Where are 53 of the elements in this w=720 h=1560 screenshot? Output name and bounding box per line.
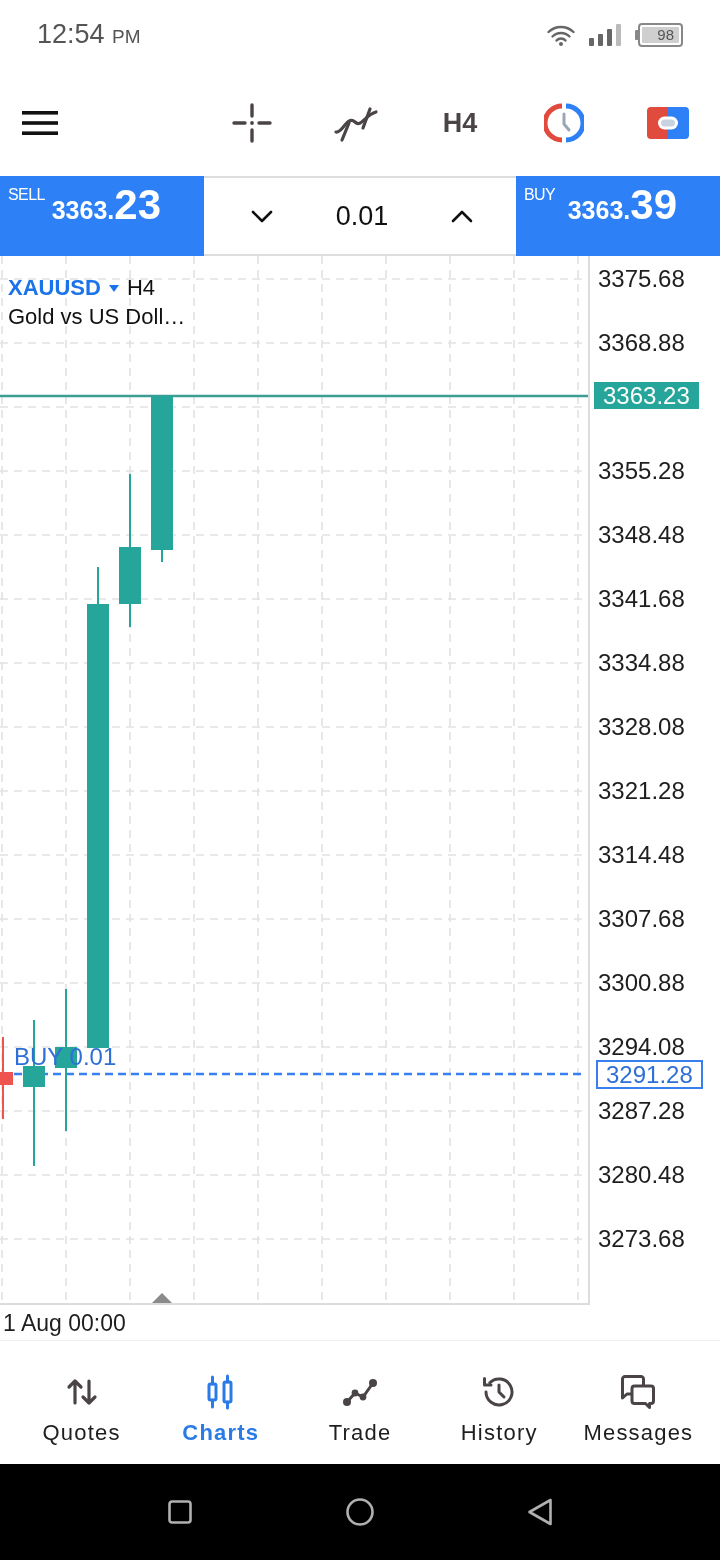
chart-timeframe-label: H4 [126,274,156,302]
nav-tab[interactable]: Trade [324,1370,396,1450]
chat-bubbles-icon [620,1374,657,1410]
price-label: 3294.08 [597,1033,685,1061]
circle-icon [346,1498,374,1526]
price-label: 3368.88 [597,329,685,357]
nav-tab[interactable]: Quotes [38,1370,125,1450]
price-label: 3300.88 [597,969,685,997]
battery-indicator: 98 [635,23,683,47]
back-triangle-icon [527,1498,553,1526]
chevron-down-icon [251,209,273,223]
caret-icon [108,284,119,292]
triangle-marker-icon [152,1293,172,1303]
price-label: 3314.48 [597,841,685,869]
current-price-tag: 3363.23 [594,382,699,409]
symbol-selector[interactable]: XAUUSD [8,274,101,302]
toggle-tile-icon [647,107,689,139]
volume-field[interactable]: 0.01 [335,200,389,232]
crosshair-button[interactable] [232,103,272,143]
price-label: 3348.48 [597,521,685,549]
nav-tab[interactable]: Charts [178,1370,264,1450]
position-price-tag: 3291.28 [596,1060,703,1089]
sell-button[interactable]: SELL 3363.23 [0,176,204,256]
nav-tab[interactable]: History [456,1370,542,1450]
buy-button[interactable]: BUY 3363.39 [516,176,720,256]
price-label: 3375.68 [597,265,685,293]
price-label: 3334.88 [597,649,685,677]
symbol-description: Gold vs US Doll… [8,303,186,331]
timeframe-button[interactable]: H4 [442,107,478,139]
signal-icon [589,24,622,46]
nav-tab[interactable]: Messages [579,1370,698,1450]
price-label: 3328.08 [597,713,685,741]
price-label: 3287.28 [597,1097,685,1125]
clock-ring-button[interactable] [544,103,584,143]
price-label: 3355.28 [597,457,685,485]
chevron-up-icon [451,209,473,223]
recent-apps-button[interactable] [168,1500,192,1524]
one-click-trading-button[interactable] [647,107,689,139]
price-label: 3341.68 [597,585,685,613]
back-button[interactable] [527,1498,553,1526]
price-label: 3321.28 [597,777,685,805]
price-label: 3273.68 [597,1225,685,1253]
square-icon [168,1500,192,1524]
time-axis-label: 1 Aug 00:00 [3,1308,126,1337]
status-time: 12:54 PM [37,18,141,51]
home-button[interactable] [346,1498,374,1526]
wifi-icon [547,24,576,46]
price-label: 3307.68 [597,905,685,933]
crosshair-icon [232,103,272,143]
clock-ring-icon [544,103,584,143]
menu-icon [22,111,58,135]
price-label: 3280.48 [597,1161,685,1189]
menu-button[interactable] [22,111,58,135]
